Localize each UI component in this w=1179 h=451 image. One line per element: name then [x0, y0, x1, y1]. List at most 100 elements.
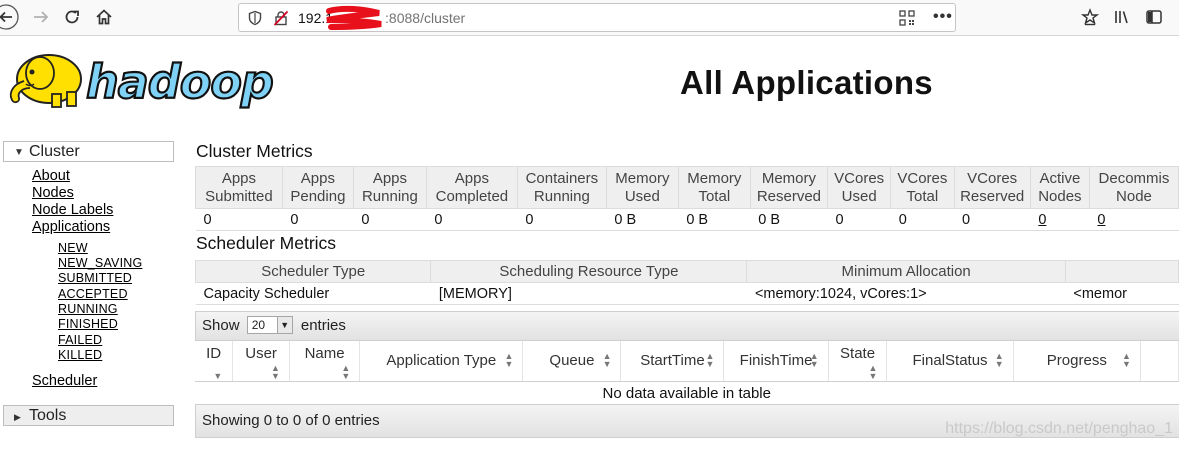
metric-value-5: 0 B [606, 208, 679, 231]
cluster-metrics-table: Apps Submitted Apps Pending Apps Running Apps C… [195, 166, 1179, 231]
sort-arrows-icon: ▲ ▼ [504, 351, 514, 369]
sidebar-state-submitted[interactable]: SUBMITTED [58, 271, 132, 285]
page-length-select[interactable]: 20 ▼ [246, 316, 293, 335]
cluster-section-label: Cluster [29, 143, 80, 160]
library-button[interactable] [1108, 4, 1136, 30]
metric-header-line: Total [906, 188, 939, 205]
metric-value-10: 0 [954, 208, 1031, 231]
bookmark-star-icon [1081, 8, 1099, 26]
dropdown-arrow-icon: ▼ [276, 317, 292, 334]
metric-header-9: VCores Total [890, 166, 955, 209]
tools-section-label: Tools [29, 407, 67, 424]
sort-arrows-icon: ▲ ▼ [271, 362, 280, 381]
column-header-4[interactable]: Queue ▲ ▼ [522, 341, 622, 382]
column-header-label: FinishTime [739, 351, 813, 369]
sidebar-state-failed[interactable]: FAILED [58, 333, 102, 347]
sort-arrows-icon: ▲ ▼ [705, 351, 715, 369]
metric-header-12: Decommis Node [1088, 166, 1179, 209]
qr-code-icon[interactable] [899, 10, 915, 31]
metric-header-line: Running [533, 188, 590, 205]
metric-header-line: Apps [372, 170, 408, 187]
metric-header-6: Memory Total [677, 166, 751, 209]
sidebar-icon [1146, 10, 1162, 24]
metric-value-11[interactable]: 0 [1030, 208, 1090, 231]
cluster-section-header[interactable]: ▼ Cluster [3, 141, 174, 162]
sidebar-state-killed[interactable]: KILLED [58, 348, 102, 362]
sidebar-toggle-button[interactable] [1140, 4, 1168, 30]
sidebar-link-node-labels[interactable]: Node Labels [32, 202, 113, 218]
metric-header-2: Apps Running [352, 166, 427, 209]
sched-header-max-allocation [1064, 260, 1179, 283]
sidebar-state-accepted[interactable]: ACCEPTED [58, 287, 128, 301]
scheduler-metrics-wrapper: Scheduler Type Scheduling Resource Type … [195, 260, 1179, 306]
metric-value-7: 0 B [750, 208, 828, 231]
column-header-label: State [840, 345, 876, 362]
metric-value-2: 0 [353, 208, 427, 231]
back-button[interactable] [0, 4, 20, 30]
redaction-scribble [326, 5, 382, 30]
hadoop-elephant-icon: hadoop [9, 54, 275, 110]
address-bar[interactable]: 192.1:8088/cluster ••• [238, 3, 956, 32]
sidebar-state-finished[interactable]: FINISHED [58, 317, 118, 331]
shield-icon[interactable] [247, 10, 263, 31]
back-arrow-icon [0, 4, 19, 30]
column-header-1[interactable]: User ▲ ▼ [232, 341, 290, 382]
collapsed-triangle-icon: ▶ [14, 412, 21, 422]
column-header-label: Queue [549, 351, 595, 369]
metric-value-0: 0 [195, 208, 283, 231]
more-actions-icon[interactable]: ••• [933, 8, 953, 26]
forward-button[interactable] [27, 4, 55, 30]
metric-header-8: VCores Used [827, 166, 892, 209]
metric-header-line: VCores [834, 170, 885, 187]
column-header-label: Progress [1046, 351, 1107, 369]
sidebar-link-scheduler[interactable]: Scheduler [32, 373, 97, 389]
logo-wordmark: hadoop [86, 55, 273, 109]
page-title: All Applications [680, 64, 933, 101]
hadoop-logo[interactable]: hadoop [4, 46, 304, 118]
sidebar-link-applications[interactable]: Applications [32, 219, 110, 235]
column-header-label: Application Type [386, 351, 497, 369]
metric-header-11: Active Nodes [1029, 166, 1090, 209]
sidebar-state-running[interactable]: RUNNING [58, 302, 118, 316]
sort-arrows-icon: ▼ [213, 370, 223, 381]
page-length-value: 20 [251, 318, 266, 333]
bookmark-star-button[interactable] [1076, 4, 1104, 30]
table-length-control: Show 20 ▼ entries [195, 311, 1179, 341]
sidebar-state-new[interactable]: NEW [58, 241, 88, 255]
metric-value-12[interactable]: 0 [1089, 208, 1179, 231]
metric-header-3: Apps Completed [425, 166, 518, 209]
column-header-3[interactable]: Application Type ▲ ▼ [359, 341, 524, 382]
metric-header-line: Running [361, 188, 418, 205]
column-header-10[interactable] [1140, 341, 1179, 382]
sidebar-state-new-saving[interactable]: NEW_SAVING [58, 256, 142, 270]
sidebar-link-nodes[interactable]: Nodes [32, 185, 74, 201]
sort-arrows-icon: ▲ ▼ [809, 351, 819, 369]
show-label: Show [202, 317, 240, 334]
reload-button[interactable] [58, 4, 86, 30]
column-header-6[interactable]: FinishTime ▲ ▼ [723, 341, 829, 382]
empty-table-message: No data available in table [195, 381, 1179, 405]
column-header-8[interactable]: FinalStatus ▲ ▼ [886, 341, 1014, 382]
metric-header-line: Memory [615, 170, 670, 187]
column-header-7[interactable]: State ▲ ▼ [828, 341, 888, 382]
sidebar-link-about[interactable]: About [32, 168, 70, 184]
column-header-5[interactable]: StartTime ▲ ▼ [620, 341, 725, 382]
metric-header-line: Total [698, 188, 731, 205]
column-header-9[interactable]: Progress ▲ ▼ [1013, 341, 1141, 382]
browser-toolbar: 192.1:8088/cluster ••• [0, 0, 1179, 36]
metric-header-line: Used [624, 188, 660, 205]
metric-header-5: Memory Used [605, 166, 679, 209]
table-info-text: Showing 0 to 0 of 0 entries [202, 412, 380, 429]
home-icon [96, 9, 112, 25]
metric-header-line: Containers [525, 170, 599, 187]
column-header-0[interactable]: ID ▼ [195, 341, 234, 382]
insecure-lock-icon[interactable] [273, 10, 289, 31]
metric-header-line: Memory [687, 170, 742, 187]
home-button[interactable] [90, 4, 118, 30]
watermark-text: https://blog.csdn.net/penghao_1 [945, 420, 1173, 437]
reload-icon [65, 10, 79, 24]
sort-arrows-icon: ▲ ▼ [602, 351, 612, 369]
metric-header-line: Completed [435, 188, 509, 205]
tools-section-header[interactable]: ▶ Tools [3, 405, 174, 426]
column-header-2[interactable]: Name ▲ ▼ [289, 341, 361, 382]
